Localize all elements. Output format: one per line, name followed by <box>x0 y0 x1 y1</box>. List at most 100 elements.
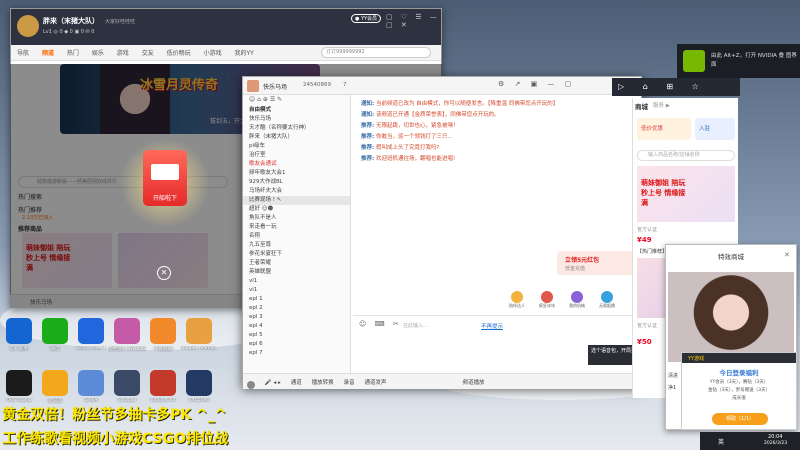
desktop-app-icon[interactable] <box>6 370 32 396</box>
toolbar-icons[interactable]: ▷ ⌂ ⊞ ☆ <box>618 82 707 91</box>
channel-root[interactable]: 快乐马场 <box>243 115 350 124</box>
channel-tree-item[interactable]: 治疗室 <box>243 151 350 160</box>
desktop-app-label[interactable]: Climber Animal... <box>180 346 218 351</box>
desktop-app-label[interactable]: CXC5096 <box>180 398 218 403</box>
mall-search-input[interactable]: 输入商品名称/店铺名称 <box>637 150 735 161</box>
footer-item[interactable]: 通道发声 <box>365 378 387 386</box>
avatar[interactable] <box>17 15 39 37</box>
desktop-app-icon[interactable] <box>78 370 104 396</box>
gift-item[interactable]: 疯狂冰冰 <box>533 291 561 309</box>
channel-tree-item[interactable]: 比赛现场 ! ↖ <box>243 196 350 205</box>
channel-tree-item[interactable]: 超好 ☺☻ <box>243 205 350 214</box>
channel-tree-item[interactable]: epl 5 <box>243 331 350 340</box>
desktop-app-label[interactable]: Radiant Rd <box>144 398 182 403</box>
channel-tree-item[interactable]: pi级车 <box>243 142 350 151</box>
channel-tree-item[interactable]: 王者荣耀 <box>243 259 350 268</box>
desktop-app-label[interactable]: Sorapax <box>108 398 146 403</box>
desktop-app-label[interactable]: G+ 助手 <box>0 346 38 352</box>
user-avatar-icon[interactable] <box>247 380 255 389</box>
channel-tree-item[interactable]: 来走看一玩 <box>243 223 350 232</box>
window-controls[interactable]: ▢ ♡ ☰ — ▢ ✕ <box>386 13 441 29</box>
footer-item[interactable]: 频道播放 <box>462 378 484 386</box>
tab-entertainment[interactable]: 娱乐 <box>92 48 104 57</box>
emoji-icon[interactable]: ☺ ⌨ ✂ <box>359 320 402 328</box>
tab-guide[interactable]: 导航 <box>17 48 29 57</box>
desktop-app-icon[interactable] <box>6 318 32 344</box>
desktop-app-label[interactable]: GANA <box>72 398 110 403</box>
tab-minigames[interactable]: 小游戏 <box>204 48 222 57</box>
desktop-app-icon[interactable] <box>150 370 176 396</box>
footer-item[interactable]: 通道 <box>291 378 302 386</box>
channel-tree-item[interactable]: vi1 <box>243 277 350 286</box>
footer-item[interactable]: 播放转换 <box>312 378 334 386</box>
signature: 大家好哇哇哇 <box>105 19 136 25</box>
gift-banner[interactable]: 立领5元红包 低金充值 <box>557 251 637 275</box>
channel-tree-item[interactable]: 九五至尊 <box>243 241 350 250</box>
channel-tree-item[interactable]: 角队不是人 <box>243 214 350 223</box>
welfare-header: YY游戏 <box>682 353 796 363</box>
mall-subtitle[interactable]: 服务 ▶ <box>653 101 670 109</box>
channel-tree-item[interactable]: 频年歌友大会1 <box>243 169 350 178</box>
desktop-app-icon[interactable] <box>114 318 140 344</box>
channel-tree-item[interactable]: epl 7 <box>243 349 350 358</box>
gift-item[interactable]: 我的机械 <box>563 291 591 309</box>
close-icon[interactable]: ✕ <box>784 251 790 259</box>
channel-tree-item[interactable]: 英雄联盟 <box>243 268 350 277</box>
claim-button[interactable]: 领取（1/1） <box>712 413 768 425</box>
tab-channel[interactable]: 频道 <box>42 48 54 57</box>
channel-tree-item[interactable]: 天才酷（名称要太行神） <box>243 124 350 133</box>
room-id: 24540869 <box>303 82 331 88</box>
footer-item[interactable]: 录音 <box>344 378 355 386</box>
tab-cheap[interactable]: 低价畅玩 <box>167 48 191 57</box>
search-input[interactable]: 订订999999992 <box>321 47 431 58</box>
tab-my-yy[interactable]: 我的YY <box>235 48 254 57</box>
desktop-app-icon[interactable] <box>186 370 212 396</box>
mall-ad-card[interactable]: 萌妹御姐 陪玩秒上号 情缘接满 <box>637 166 735 222</box>
tab-hot[interactable]: 热门 <box>67 48 79 57</box>
promo-card[interactable]: 入驻 <box>695 118 735 140</box>
window-controls[interactable]: ⚙ ↗ ▣ — ▢ <box>498 80 575 88</box>
channel-tree-item[interactable]: 929大作战BL <box>243 178 350 187</box>
channel-tree-item[interactable]: 歌友会通试 <box>243 160 350 169</box>
desktop-app-label[interactable]: OBS Studio <box>0 398 38 403</box>
nvidia-notification[interactable]: 由此 Alt+Z，打开 NVIDIA 叠 图界面 <box>677 44 800 78</box>
close-icon[interactable]: ✕ <box>157 266 171 280</box>
channel-tree-item[interactable]: 名翔 <box>243 232 350 241</box>
gift-item[interactable]: 无限起跳 <box>593 291 621 309</box>
channel-tree-item[interactable]: 参花米宴狂下 <box>243 250 350 259</box>
channel-tree-item[interactable]: 胖来（末猪大队） <box>243 133 350 142</box>
channel-tree-item[interactable]: epl 2 <box>243 304 350 313</box>
channel-tree-item[interactable]: epl 4 <box>243 322 350 331</box>
clock-time[interactable]: 20:04 <box>768 434 782 440</box>
message-input[interactable]: 在此输入... <box>403 322 428 329</box>
dismiss-link[interactable]: 不再提示 <box>481 322 503 330</box>
desktop-app-icon[interactable] <box>150 318 176 344</box>
channel-tree-item[interactable]: vi1 <box>243 286 350 295</box>
channel-label: YY游戏 <box>688 356 705 362</box>
desktop-app-icon[interactable] <box>186 318 212 344</box>
desktop-app-icon[interactable] <box>42 318 68 344</box>
channel-tree-item[interactable]: epl 1 <box>243 295 350 304</box>
promo-card[interactable]: 低价优惠 <box>637 118 691 140</box>
tab-social[interactable]: 交友 <box>142 48 154 57</box>
desktop-app-label[interactable]: Studio One 7 <box>72 346 110 351</box>
vip-badge[interactable]: ● YY会员 <box>351 14 382 23</box>
open-packet-button[interactable]: 开船啦下 <box>143 192 187 206</box>
clock-date[interactable]: 2026/3/23 <box>764 441 787 446</box>
desktop-app-icon[interactable] <box>78 318 104 344</box>
gift-icon <box>541 291 553 303</box>
desktop-app-label[interactable]: 荒野猎人 (NvidiaShare) <box>108 346 146 352</box>
channel-tree-item[interactable]: epl 6 <box>243 340 350 349</box>
language-indicator[interactable]: 英 <box>718 437 724 446</box>
welfare-line: YY会员（3天），赛钻（3天） <box>709 380 769 385</box>
message-tag: 推荐: <box>361 134 375 140</box>
desktop-app-label[interactable]: 微信 <box>36 346 74 352</box>
channel-tree-item[interactable]: epl 3 <box>243 313 350 322</box>
desktop-app-label[interactable]: 不会跳跳 <box>144 346 182 352</box>
gift-item[interactable]: 陪伴达人 <box>503 291 531 309</box>
tab-games[interactable]: 游戏 <box>117 48 129 57</box>
desktop-app-icon[interactable] <box>42 370 68 396</box>
channel-tree-item[interactable]: 马场纤夫大会 <box>243 187 350 196</box>
desktop-app-icon[interactable] <box>114 370 140 396</box>
mic-icon[interactable]: 🎤 ◂ ▸ <box>265 380 281 386</box>
